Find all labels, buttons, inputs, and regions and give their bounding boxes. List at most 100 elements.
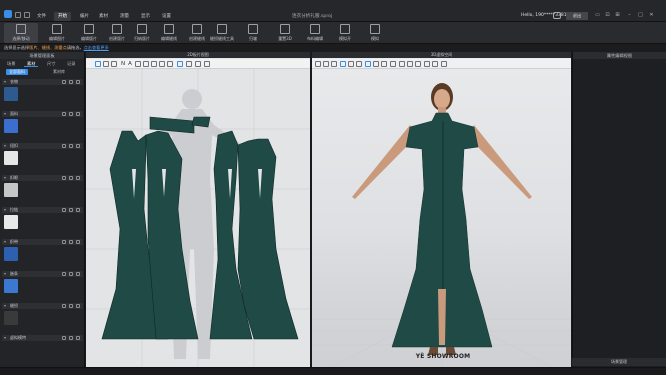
folder-icon[interactable]: [69, 144, 73, 148]
material-thumbnail[interactable]: [4, 151, 18, 165]
section-6[interactable]: ▾ 嵌条: [2, 271, 83, 277]
more-icon[interactable]: [76, 304, 80, 308]
section-5[interactable]: ▾ 织带: [2, 239, 83, 245]
section-3[interactable]: ▾ 扣眼: [2, 175, 83, 181]
folder-icon[interactable]: [69, 208, 73, 212]
tool-12[interactable]: 模拟: [358, 23, 392, 43]
chevron-down-icon[interactable]: ▾: [4, 271, 6, 277]
pattern-piece-collar[interactable]: [191, 116, 211, 128]
material-thumbnail[interactable]: [4, 311, 18, 325]
menu-material[interactable]: 素材: [95, 12, 112, 21]
2d-settings-icon[interactable]: [204, 61, 210, 67]
2d-layout-tool-icon[interactable]: [143, 61, 149, 67]
folder-icon[interactable]: [69, 176, 73, 180]
close-icon[interactable]: ✕: [648, 12, 655, 19]
maximize-icon[interactable]: □: [637, 12, 644, 19]
menu-file[interactable]: 文件: [33, 12, 50, 21]
2d-pen-tool-icon[interactable]: [151, 61, 157, 67]
undo-icon[interactable]: [15, 12, 21, 18]
add-icon[interactable]: [62, 272, 66, 276]
cloud-icon[interactable]: [553, 12, 561, 19]
chevron-down-icon[interactable]: ▾: [4, 79, 6, 85]
3d-fit-tool-icon[interactable]: [365, 61, 371, 67]
tab-material[interactable]: 素材: [24, 60, 39, 67]
material-thumbnail[interactable]: [4, 279, 18, 293]
add-icon[interactable]: [62, 240, 66, 244]
folder-icon[interactable]: [69, 336, 73, 340]
window-restore-icon[interactable]: ▭: [594, 12, 601, 19]
3d-avatar-tool-icon[interactable]: [381, 61, 387, 67]
add-icon[interactable]: [62, 112, 66, 116]
chevron-down-icon[interactable]: ▾: [4, 335, 6, 341]
2d-text-tool-icon[interactable]: N: [120, 61, 126, 67]
tab-history[interactable]: 记录: [64, 60, 78, 67]
material-thumbnail[interactable]: [4, 215, 18, 229]
avatar-scene[interactable]: [312, 69, 571, 367]
tool-0[interactable]: 选择/移动: [4, 23, 38, 43]
tool-8[interactable]: 归皱: [236, 23, 270, 43]
chevron-down-icon[interactable]: ▾: [4, 303, 6, 309]
3d-camera-tool-icon[interactable]: [323, 61, 329, 67]
subtab-all-fabrics[interactable]: 全部面料: [6, 69, 28, 75]
more-icon[interactable]: [76, 112, 80, 116]
section-7[interactable]: ▾ 缝纫: [2, 303, 83, 309]
material-thumbnail[interactable]: [4, 119, 18, 133]
material-thumbnail[interactable]: [4, 247, 18, 261]
more-icon[interactable]: [76, 144, 80, 148]
folder-icon[interactable]: [69, 272, 73, 276]
chevron-down-icon[interactable]: ▾: [4, 143, 6, 149]
2d-curve-tool-icon[interactable]: [159, 61, 165, 67]
more-icon[interactable]: [76, 208, 80, 212]
3d-render-tool-icon[interactable]: [424, 61, 430, 67]
2d-move-tool-icon[interactable]: [103, 61, 109, 67]
add-icon[interactable]: [62, 336, 66, 340]
add-icon[interactable]: [62, 80, 66, 84]
menu-pattern[interactable]: 编片: [76, 12, 93, 21]
folder-icon[interactable]: [69, 304, 73, 308]
3d-select-tool-icon[interactable]: [373, 61, 379, 67]
window-grid-icon[interactable]: ⊞: [614, 12, 621, 19]
chevron-down-icon[interactable]: ▾: [4, 239, 6, 245]
redo-icon[interactable]: [24, 12, 30, 18]
tab-scene[interactable]: 场景: [4, 60, 18, 67]
more-icon[interactable]: [76, 176, 80, 180]
chevron-down-icon[interactable]: ▾: [4, 111, 6, 117]
subtab-library[interactable]: 素材库: [50, 69, 68, 75]
folder-icon[interactable]: [69, 240, 73, 244]
3d-fold-tool-icon[interactable]: [407, 61, 413, 67]
2d-dimension-tool-icon[interactable]: [177, 61, 183, 67]
2d-copy-tool-icon[interactable]: [195, 61, 201, 67]
3d-move-tool-icon[interactable]: [331, 61, 337, 67]
logout-button[interactable]: 退出: [566, 12, 588, 20]
tab-size[interactable]: 尺寸: [44, 60, 58, 67]
3d-measure-tool-icon[interactable]: [390, 61, 396, 67]
more-icon[interactable]: [76, 240, 80, 244]
2d-rect-tool-icon[interactable]: [135, 61, 141, 67]
3d-more-tool-icon[interactable]: [441, 61, 447, 67]
section-1[interactable]: ▾ 面料: [2, 111, 83, 117]
material-thumbnail[interactable]: [4, 183, 18, 197]
pattern-canvas[interactable]: [86, 69, 310, 367]
2d-line-tool-icon[interactable]: A: [127, 61, 133, 67]
add-icon[interactable]: [62, 176, 66, 180]
section-2[interactable]: ▾ 纽扣: [2, 143, 83, 149]
section-0[interactable]: ▾ 衣物: [2, 79, 83, 85]
3d-light-tool-icon[interactable]: [432, 61, 438, 67]
add-icon[interactable]: [62, 208, 66, 212]
folder-icon[interactable]: [69, 112, 73, 116]
menu-measure[interactable]: 测量: [116, 12, 133, 21]
menu-start[interactable]: 开始: [54, 12, 71, 21]
tool-1[interactable]: 编辑图片: [40, 23, 74, 43]
2d-select-tool-icon[interactable]: [95, 61, 101, 67]
pattern-piece-back-right[interactable]: [237, 138, 299, 340]
add-icon[interactable]: [62, 304, 66, 308]
chevron-down-icon[interactable]: ▾: [4, 207, 6, 213]
2d-stitch-tool-icon[interactable]: [186, 61, 192, 67]
minimize-icon[interactable]: –: [626, 12, 633, 19]
info-link[interactable]: 点击查看更多: [84, 45, 109, 50]
3d-grid-tool-icon[interactable]: [340, 61, 346, 67]
section-4[interactable]: ▾ 拉链: [2, 207, 83, 213]
3d-view-tool-icon[interactable]: [315, 61, 321, 67]
2d-link-tool-icon[interactable]: [167, 61, 173, 67]
chevron-down-icon[interactable]: ▾: [4, 175, 6, 181]
